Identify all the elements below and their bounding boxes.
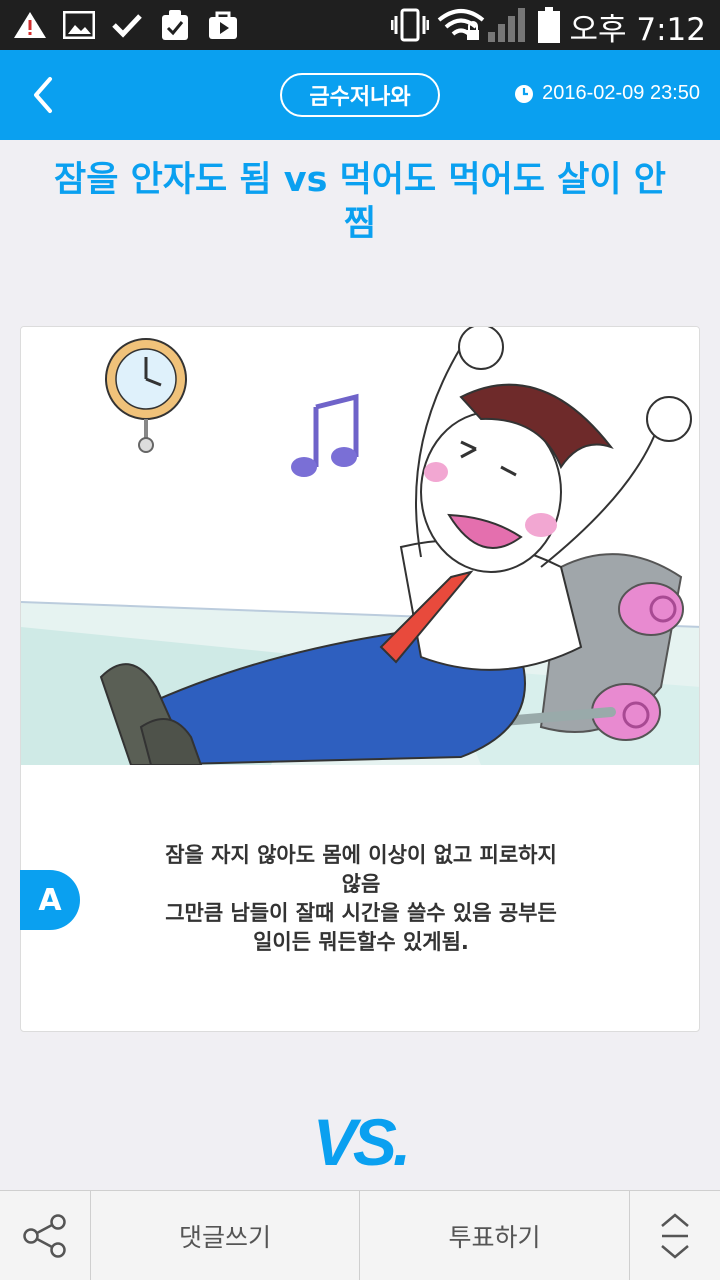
option-a-line-4: 일이든 뭐든할수 있게됨.	[253, 930, 469, 954]
scroll-toggle-button[interactable]	[630, 1191, 720, 1280]
post-date: 2016-02-09 23:50	[514, 82, 700, 105]
status-bar: 오후 7:12	[0, 0, 720, 50]
post-date-text: 2016-02-09 23:50	[542, 82, 700, 104]
check-icon	[110, 8, 144, 42]
back-button[interactable]	[18, 70, 68, 120]
clock-icon	[515, 84, 534, 103]
image-icon	[62, 8, 96, 42]
clock-time: 오후 7:12	[569, 12, 706, 48]
option-a-card[interactable]: 잠을 자지 않아도 몸에 이상이 없고 피로하지 않음 그만큼 남들이 잘때 시…	[20, 326, 700, 1032]
wifi-icon	[436, 8, 486, 42]
vs-label: VS.	[312, 1105, 411, 1179]
option-a-description: 잠을 자지 않아도 몸에 이상이 없고 피로하지 않음 그만큼 남들이 잘때 시…	[111, 841, 611, 957]
option-a-line-1: 잠을 자지 않아도 몸에 이상이 없고 피로하지	[165, 843, 557, 867]
vote-button[interactable]: 투표하기	[360, 1191, 630, 1280]
signal-icon	[486, 8, 526, 42]
write-comment-button[interactable]: 댓글쓰기	[91, 1191, 360, 1280]
warning-icon	[12, 8, 48, 42]
app-bar: 금수저나와 2016-02-09 23:50	[0, 50, 720, 140]
clipboard-icon	[158, 8, 192, 42]
option-a-line-2: 않음	[341, 872, 381, 896]
chevron-left-icon	[34, 77, 52, 113]
battery-icon	[536, 7, 562, 43]
option-a-badge: A	[20, 870, 80, 930]
option-illustration	[21, 327, 699, 767]
option-a-line-3: 그만큼 남들이 잘때 시간을 쓸수 있음 공부든	[165, 901, 557, 925]
share-icon	[23, 1214, 66, 1258]
post-title: 잠을 안자도 됨 vs 먹어도 먹어도 살이 안찜	[54, 160, 666, 244]
bottom-bar: 댓글쓰기 투표하기	[0, 1190, 720, 1280]
category-badge[interactable]: 금수저나와	[280, 73, 440, 117]
up-down-arrows-icon	[661, 1213, 689, 1259]
vibrate-icon	[390, 8, 430, 42]
share-button[interactable]	[0, 1191, 91, 1280]
play-store-icon	[206, 8, 240, 42]
